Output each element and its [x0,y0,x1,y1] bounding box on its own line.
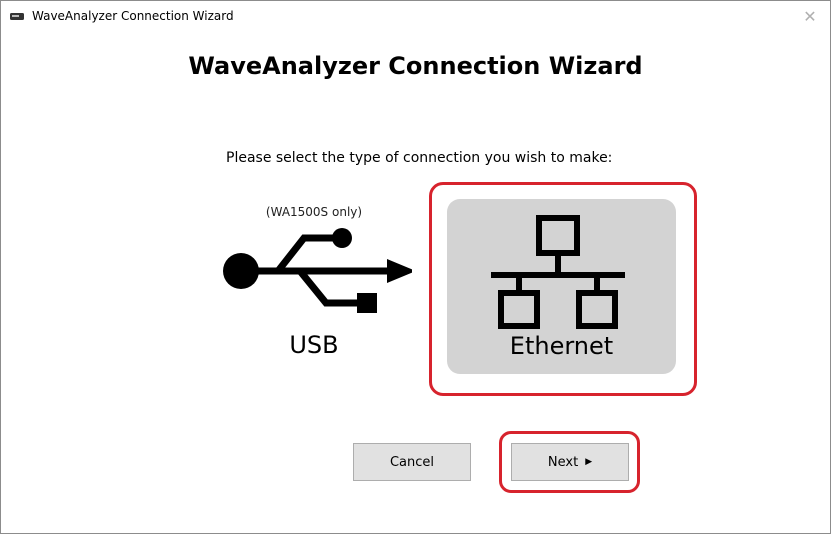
app-icon [10,13,24,20]
cancel-button[interactable]: Cancel [353,443,471,481]
arrow-right-icon: ▶ [585,457,593,467]
ethernet-label: Ethernet [509,332,614,360]
ethernet-option[interactable]: Ethernet [447,199,676,374]
close-icon: ✕ [803,7,817,26]
wizard-window: WaveAnalyzer Connection Wizard ✕ WaveAna… [0,0,831,534]
title-bar: WaveAnalyzer Connection Wizard ✕ [1,1,830,32]
usb-label: USB [289,331,339,359]
next-button-label: Next [547,454,579,470]
usb-note: (WA1500S only) [265,205,363,219]
usb-option[interactable]: (WA1500S only) USB [209,196,419,376]
page-title: WaveAnalyzer Connection Wizard [188,52,643,80]
cancel-button-label: Cancel [389,454,435,470]
connection-prompt: Please select the type of connection you… [226,150,613,166]
usb-icon [223,228,412,313]
window-title: WaveAnalyzer Connection Wizard [32,9,234,23]
network-icon [491,215,625,329]
next-button[interactable]: Next ▶ [511,443,629,481]
close-button[interactable]: ✕ [790,1,830,32]
